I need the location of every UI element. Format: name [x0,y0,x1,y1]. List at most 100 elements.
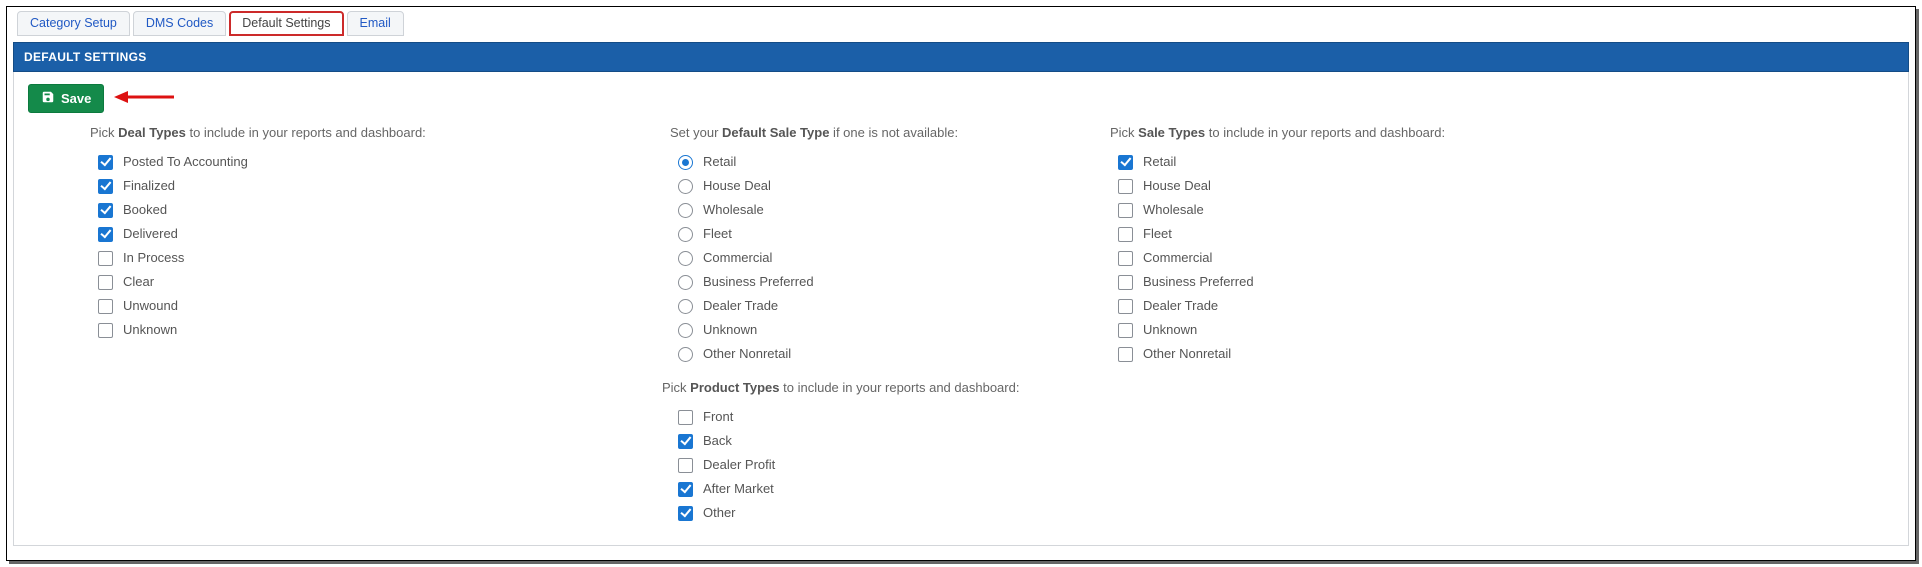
tab-email[interactable]: Email [347,11,404,36]
sale-types-list: RetailHouse DealWholesaleFleetCommercial… [1110,150,1530,366]
checkbox-input[interactable] [1118,203,1133,218]
option-label: In Process [123,248,184,268]
checkbox-input[interactable] [98,155,113,170]
radio-input[interactable] [678,155,693,170]
save-button[interactable]: Save [28,84,104,113]
checkbox-input[interactable] [98,323,113,338]
list-item: Unknown [678,318,1070,342]
list-item: Other [678,501,1070,525]
list-item: Retail [678,150,1070,174]
list-item: Other Nonretail [678,342,1070,366]
title-bold: Deal Types [118,125,186,140]
list-item: Unknown [1118,318,1530,342]
title-post: to include in your reports and dashboard… [780,380,1020,395]
list-item: Back [678,429,1070,453]
list-item: Business Preferred [1118,270,1530,294]
checkbox-input[interactable] [678,482,693,497]
option-label: Other Nonretail [1143,344,1231,364]
option-label: Retail [1143,152,1176,172]
list-item: Booked [98,198,630,222]
title-pre: Set your [670,125,722,140]
list-item: Fleet [1118,222,1530,246]
default-sale-type-list: RetailHouse DealWholesaleFleetCommercial… [670,150,1070,366]
radio-input[interactable] [678,323,693,338]
title-pre: Pick [1110,125,1138,140]
save-button-label: Save [61,91,91,106]
checkbox-input[interactable] [98,251,113,266]
checkbox-input[interactable] [1118,347,1133,362]
tab-dms-codes[interactable]: DMS Codes [133,11,226,36]
list-item: Dealer Profit [678,453,1070,477]
list-item: House Deal [1118,174,1530,198]
option-label: Wholesale [703,200,764,220]
default-sale-type-title: Set your Default Sale Type if one is not… [670,125,1070,140]
option-label: Other [703,503,736,523]
list-item: In Process [98,246,630,270]
product-types-title: Pick Product Types to include in your re… [662,380,1070,395]
checkbox-input[interactable] [1118,179,1133,194]
checkbox-input[interactable] [98,227,113,242]
option-label: Business Preferred [703,272,814,292]
checkbox-input[interactable] [1118,275,1133,290]
title-post: to include in your reports and dashboard… [186,125,426,140]
checkbox-input[interactable] [678,506,693,521]
list-item: Wholesale [678,198,1070,222]
list-item: Finalized [98,174,630,198]
option-label: Front [703,407,733,427]
option-label: Unknown [703,320,757,340]
checkbox-input[interactable] [98,203,113,218]
radio-input[interactable] [678,179,693,194]
checkbox-input[interactable] [678,434,693,449]
radio-input[interactable] [678,203,693,218]
radio-input[interactable] [678,251,693,266]
list-item: House Deal [678,174,1070,198]
option-label: Booked [123,200,167,220]
checkbox-input[interactable] [1118,251,1133,266]
settings-columns: Pick Deal Types to include in your repor… [28,125,1894,525]
option-label: Unwound [123,296,178,316]
checkbox-input[interactable] [98,179,113,194]
title-post: to include in your reports and dashboard… [1205,125,1445,140]
checkbox-input[interactable] [1118,227,1133,242]
option-label: Clear [123,272,154,292]
save-icon [41,90,55,107]
checkbox-input[interactable] [1118,155,1133,170]
checkbox-input[interactable] [1118,323,1133,338]
checkbox-input[interactable] [678,458,693,473]
radio-input[interactable] [678,227,693,242]
list-item: Dealer Trade [1118,294,1530,318]
title-bold: Product Types [690,380,779,395]
title-bold: Default Sale Type [722,125,829,140]
save-row: Save [28,84,1894,113]
option-label: Business Preferred [1143,272,1254,292]
deal-types-list: Posted To AccountingFinalizedBookedDeliv… [90,150,630,342]
sale-types-title: Pick Sale Types to include in your repor… [1110,125,1530,140]
list-item: Dealer Trade [678,294,1070,318]
list-item: After Market [678,477,1070,501]
option-label: House Deal [1143,176,1211,196]
option-label: Finalized [123,176,175,196]
checkbox-input[interactable] [98,299,113,314]
checkbox-input[interactable] [678,410,693,425]
deal-types-column: Pick Deal Types to include in your repor… [90,125,630,525]
checkbox-input[interactable] [1118,299,1133,314]
checkbox-input[interactable] [98,275,113,290]
radio-input[interactable] [678,347,693,362]
option-label: Posted To Accounting [123,152,248,172]
option-label: After Market [703,479,774,499]
list-item: Unknown [98,318,630,342]
option-label: Dealer Profit [703,455,775,475]
radio-input[interactable] [678,299,693,314]
tab-strip: Category SetupDMS CodesDefault SettingsE… [17,11,1909,36]
option-label: Retail [703,152,736,172]
option-label: Wholesale [1143,200,1204,220]
product-types-list: Front Back Dealer Profit After Market Other [670,405,1070,525]
window-frame: Category SetupDMS CodesDefault SettingsE… [6,6,1916,561]
radio-input[interactable] [678,275,693,290]
title-pre: Pick [662,380,690,395]
panel-header: DEFAULT SETTINGS [13,42,1909,72]
option-label: Back [703,431,732,451]
middle-column: Set your Default Sale Type if one is not… [670,125,1070,525]
tab-category-setup[interactable]: Category Setup [17,11,130,36]
tab-default-settings[interactable]: Default Settings [229,11,343,36]
